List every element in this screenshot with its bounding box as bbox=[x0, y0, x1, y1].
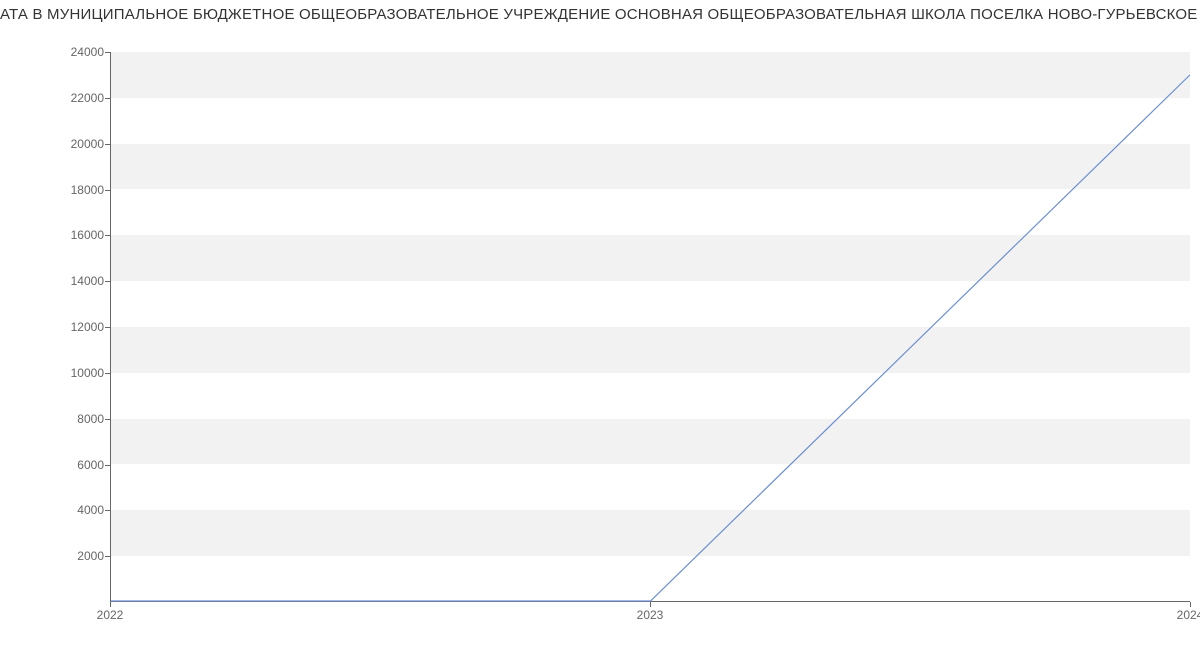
y-tick-label: 10000 bbox=[44, 366, 104, 380]
x-tick-mark bbox=[650, 602, 651, 607]
x-tick-label: 2024 bbox=[1177, 608, 1200, 622]
y-tick-mark bbox=[105, 373, 110, 374]
x-tick-mark bbox=[1190, 602, 1191, 607]
y-tick-label: 6000 bbox=[44, 458, 104, 472]
x-tick-label: 2022 bbox=[97, 608, 124, 622]
y-tick-mark bbox=[105, 556, 110, 557]
y-tick-label: 8000 bbox=[44, 412, 104, 426]
y-tick-label: 18000 bbox=[44, 183, 104, 197]
y-tick-label: 20000 bbox=[44, 137, 104, 151]
x-tick-label: 2023 bbox=[637, 608, 664, 622]
y-tick-mark bbox=[105, 465, 110, 466]
y-tick-mark bbox=[105, 52, 110, 53]
y-tick-label: 4000 bbox=[44, 503, 104, 517]
y-tick-mark bbox=[105, 281, 110, 282]
plot-area bbox=[110, 52, 1190, 602]
y-tick-mark bbox=[105, 190, 110, 191]
x-tick-mark bbox=[110, 602, 111, 607]
y-tick-mark bbox=[105, 144, 110, 145]
y-tick-label: 12000 bbox=[44, 320, 104, 334]
chart-container: 2000 4000 6000 8000 10000 12000 14000 16000 1800… bbox=[0, 30, 1200, 630]
chart-title: АТА В МУНИЦИПАЛЬНОЕ БЮДЖЕТНОЕ ОБЩЕОБРАЗО… bbox=[0, 0, 1200, 23]
y-tick-label: 22000 bbox=[44, 91, 104, 105]
y-tick-mark bbox=[105, 235, 110, 236]
y-tick-label: 14000 bbox=[44, 274, 104, 288]
y-tick-mark bbox=[105, 98, 110, 99]
y-tick-mark bbox=[105, 510, 110, 511]
series-line bbox=[111, 75, 1190, 601]
y-tick-label: 24000 bbox=[44, 45, 104, 59]
y-tick-mark bbox=[105, 419, 110, 420]
y-tick-label: 2000 bbox=[44, 549, 104, 563]
line-layer bbox=[111, 52, 1190, 601]
y-tick-label: 16000 bbox=[44, 228, 104, 242]
y-tick-mark bbox=[105, 327, 110, 328]
